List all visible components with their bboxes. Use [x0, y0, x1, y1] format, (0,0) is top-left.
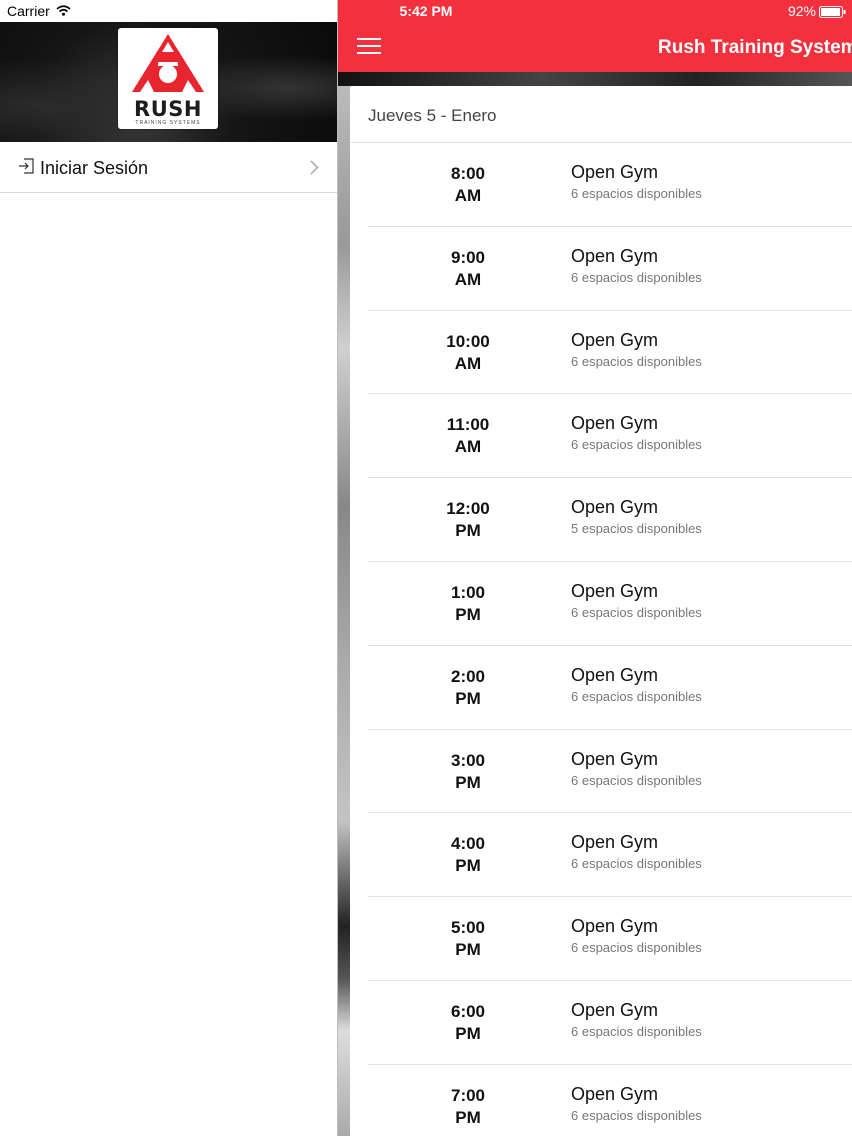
slot-time: 5:00 PM: [420, 917, 516, 961]
schedule-row[interactable]: 3:00 PM Open Gym 6 espacios disponibles: [350, 730, 852, 814]
slot-time-period: AM: [454, 186, 482, 205]
slot-time: 9:00 AM: [420, 247, 516, 291]
slot-time-period: PM: [455, 856, 481, 876]
slot-time: 10:00 AM: [420, 331, 516, 375]
slot-time-hour: 3:00: [450, 750, 486, 770]
slot-time-period: PM: [455, 688, 481, 708]
slot-time: 11:00 AM: [420, 414, 516, 458]
status-time: 5:42 PM: [399, 3, 453, 19]
schedule-row[interactable]: 11:00 AM Open Gym 6 espacios disponibles: [350, 394, 852, 478]
slot-time-hour: 1:00: [450, 582, 486, 602]
class-name: Open Gym: [571, 999, 659, 1020]
logo-wordmark: RUSH: [134, 97, 202, 121]
slot-time: 4:00 PM: [420, 833, 516, 877]
class-availability: 5 espacios disponibles: [571, 521, 702, 537]
schedule-row[interactable]: 12:00 PM Open Gym 5 espacios disponibles: [350, 478, 852, 562]
class-name: Open Gym: [571, 497, 659, 518]
class-name: Open Gym: [571, 1083, 659, 1104]
main-panel: Rush Training System Jueves 5 - Enero 8:…: [338, 0, 852, 1136]
slot-time-period: PM: [455, 604, 481, 624]
background-image: [338, 72, 852, 86]
slot-time: 1:00 PM: [420, 582, 516, 626]
slot-time: 2:00 PM: [420, 666, 516, 710]
slot-time-period: PM: [455, 521, 481, 541]
class-name: Open Gym: [571, 580, 659, 601]
schedule-date-header: Jueves 5 - Enero: [350, 86, 852, 143]
class-name: Open Gym: [571, 329, 659, 350]
class-name: Open Gym: [571, 162, 659, 182]
slot-time: 3:00 PM: [420, 750, 516, 794]
side-drawer: RUSH TRAINING SYSTEMS Iniciar Sesión: [0, 0, 337, 1136]
schedule-row[interactable]: 4:00 PM Open Gym 6 espacios disponibles: [350, 813, 852, 897]
class-availability: 6 espacios disponibles: [571, 940, 702, 956]
slot-time-period: PM: [455, 1023, 481, 1043]
schedule-row[interactable]: 6:00 PM Open Gym 6 espacios disponibles: [350, 981, 852, 1065]
class-availability: 6 espacios disponibles: [571, 688, 702, 704]
class-name: Open Gym: [571, 413, 659, 434]
schedule-row[interactable]: 5:00 PM Open Gym 6 espacios disponibles: [350, 897, 852, 981]
background-image-edge: [338, 86, 350, 1136]
battery-icon: [819, 6, 846, 18]
class-availability: 6 espacios disponibles: [571, 269, 702, 285]
class-availability: 6 espacios disponibles: [571, 1107, 702, 1123]
app-title: Rush Training System: [658, 37, 852, 58]
schedule-row[interactable]: 9:00 AM Open Gym 6 espacios disponibles: [350, 227, 852, 311]
hamburger-icon[interactable]: [357, 38, 381, 59]
slot-time: 8:00 AM: [420, 163, 516, 207]
slot-time-hour: 7:00: [450, 1085, 486, 1105]
drawer-header: RUSH TRAINING SYSTEMS: [0, 22, 337, 142]
slot-time-hour: 10:00: [446, 331, 490, 351]
class-availability: 6 espacios disponibles: [571, 437, 702, 453]
slot-time-hour: 11:00: [446, 415, 490, 435]
slot-time-period: AM: [454, 437, 482, 457]
schedule-row[interactable]: 8:00 AM Open Gym 6 espacios disponibles: [350, 143, 852, 227]
slot-time-hour: 4:00: [450, 834, 486, 854]
logo-subtitle: TRAINING SYSTEMS: [135, 120, 201, 126]
schedule-card: Jueves 5 - Enero 8:00 AM Open Gym 6 espa…: [350, 86, 852, 1136]
slot-time-period: AM: [454, 269, 482, 289]
class-name: Open Gym: [571, 832, 659, 853]
slot-time: 6:00 PM: [420, 1001, 516, 1045]
schedule-list: 8:00 AM Open Gym 6 espacios disponibles …: [350, 143, 852, 1136]
class-name: Open Gym: [571, 748, 659, 769]
slot-time-period: AM: [454, 353, 482, 373]
slot-time-hour: 5:00: [450, 918, 486, 938]
drawer-item-label: Iniciar Sesión: [40, 158, 149, 178]
schedule-row[interactable]: 1:00 PM Open Gym 6 espacios disponibles: [350, 562, 852, 646]
slot-time-hour: 2:00: [450, 666, 486, 686]
kettlebell-triangle-icon: [132, 34, 204, 92]
schedule-date: Jueves 5 - Enero: [368, 106, 497, 125]
chevron-right-icon: [310, 160, 319, 175]
schedule-row[interactable]: 2:00 PM Open Gym 6 espacios disponibles: [350, 646, 852, 730]
class-availability: 6 espacios disponibles: [571, 186, 702, 201]
class-availability: 6 espacios disponibles: [571, 856, 702, 872]
battery-percentage: 92%: [787, 3, 816, 19]
schedule-row[interactable]: 7:00 PM Open Gym 6 espacios disponibles: [350, 1065, 852, 1136]
drawer-item-login[interactable]: Iniciar Sesión: [0, 142, 337, 193]
class-availability: 6 espacios disponibles: [571, 772, 702, 788]
schedule-row[interactable]: 10:00 AM Open Gym 6 espacios disponibles: [350, 311, 852, 395]
slot-time-hour: 12:00: [446, 499, 490, 519]
login-icon: [19, 158, 34, 174]
class-availability: 6 espacios disponibles: [571, 353, 702, 369]
slot-time-hour: 8:00: [450, 164, 486, 183]
class-name: Open Gym: [571, 664, 659, 685]
slot-time-hour: 6:00: [450, 1001, 486, 1021]
class-name: Open Gym: [571, 916, 659, 937]
slot-time-period: PM: [455, 940, 481, 960]
slot-time-period: PM: [455, 772, 481, 792]
slot-time-hour: 9:00: [450, 247, 486, 267]
rush-logo: RUSH TRAINING SYSTEMS: [118, 28, 218, 129]
class-availability: 6 espacios disponibles: [571, 1023, 702, 1039]
class-availability: 6 espacios disponibles: [571, 604, 702, 620]
slot-time: 12:00 PM: [420, 498, 516, 542]
class-name: Open Gym: [571, 245, 659, 266]
slot-time-period: PM: [455, 1107, 481, 1127]
slot-time: 7:00 PM: [420, 1085, 516, 1129]
